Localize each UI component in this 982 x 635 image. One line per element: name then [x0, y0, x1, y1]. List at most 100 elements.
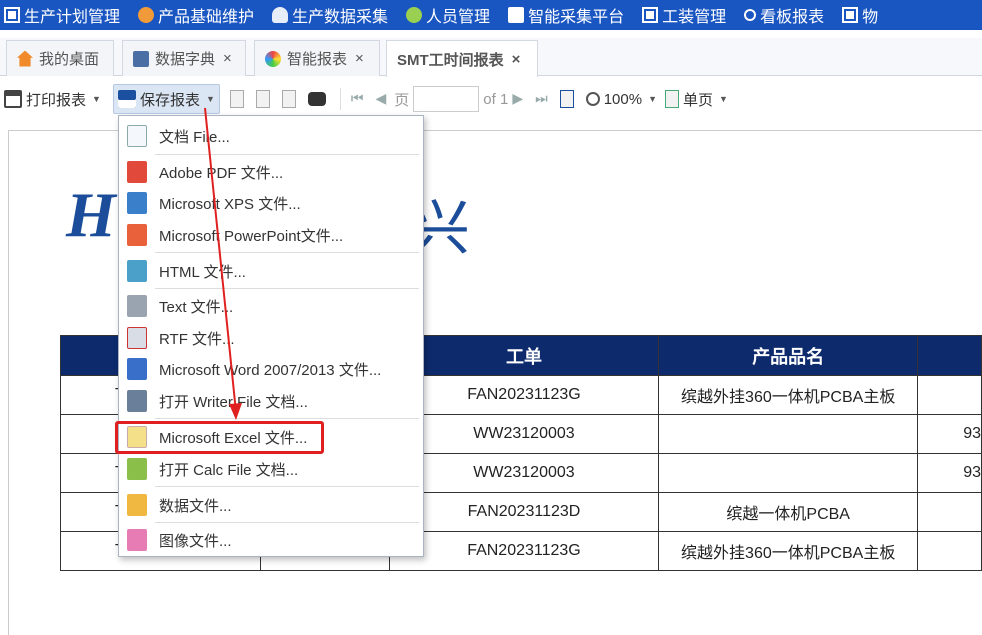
- nav-item-production-plan[interactable]: 生产计划管理: [4, 3, 120, 27]
- fit-page-button[interactable]: [556, 84, 582, 114]
- xps-file-icon: [127, 192, 147, 214]
- first-page-button[interactable]: ⏮: [347, 84, 372, 114]
- page-prefix: 页: [394, 91, 410, 109]
- view-mode-value: 单页: [683, 91, 714, 109]
- cloud-icon: [272, 7, 289, 23]
- nav-item-label: 工装管理: [662, 9, 727, 26]
- menu-item-label: HTML 文件...: [159, 263, 246, 281]
- copy-button[interactable]: [278, 84, 304, 114]
- chevron-down-icon: ▼: [719, 94, 728, 104]
- page-number-input[interactable]: [413, 86, 480, 112]
- menu-item-writer[interactable]: 打开 Writer File 文档...: [119, 386, 423, 416]
- printer-icon: [4, 90, 22, 108]
- menu-item-data-file[interactable]: 数据文件...: [119, 490, 423, 520]
- menu-item-pdf[interactable]: Adobe PDF 文件...: [119, 157, 423, 187]
- menu-item-xps[interactable]: Microsoft XPS 文件...: [119, 188, 423, 218]
- word-file-icon: [127, 358, 147, 380]
- column-header: 产品品名: [658, 335, 919, 376]
- close-icon[interactable]: ×: [223, 50, 232, 67]
- menu-item-label: 数据文件...: [159, 497, 232, 515]
- tab-smart-report[interactable]: 智能报表 ×: [254, 40, 380, 76]
- monitor-icon: [642, 7, 659, 23]
- ppt-file-icon: [127, 224, 147, 246]
- text-file-icon: [127, 295, 147, 317]
- tab-smt-hours-report[interactable]: SMT工时间报表 ×: [386, 40, 538, 77]
- menu-item-image-file[interactable]: 图像文件...: [119, 525, 423, 555]
- table-cell: FAN20231123G: [388, 531, 660, 571]
- zoom-value: 100%: [603, 90, 643, 108]
- table-cell: 缤越外挂360一体机PCBA主板: [658, 531, 919, 571]
- table-cell: WW23120003: [388, 453, 660, 493]
- nav-item-smart-platform[interactable]: 智能采集平台: [508, 3, 624, 27]
- table-cell: WW23120003: [388, 414, 660, 454]
- close-icon[interactable]: ×: [512, 51, 521, 68]
- menu-item-html[interactable]: HTML 文件...: [119, 256, 423, 286]
- html-file-icon: [127, 260, 147, 282]
- menu-item-text[interactable]: Text 文件...: [119, 291, 423, 321]
- tab-data-dictionary[interactable]: 数据字典 ×: [122, 40, 246, 76]
- tab-label: 数据字典: [155, 51, 216, 68]
- table-cell: [917, 492, 982, 532]
- menu-item-rtf[interactable]: RTF 文件...: [119, 323, 423, 353]
- table-cell: FAN20231123G: [388, 375, 660, 415]
- table-cell: [917, 531, 982, 571]
- nav-item-data-collection[interactable]: 生产数据采集: [272, 3, 388, 27]
- nav-item-label: 看板报表: [760, 9, 825, 26]
- fit-page-icon: [559, 90, 574, 108]
- palette-icon: [265, 50, 281, 67]
- search-icon: [744, 9, 757, 21]
- prev-page-button[interactable]: ◀: [371, 84, 394, 114]
- dbf-file-icon: [127, 494, 147, 516]
- menu-item-label: 打开 Calc File 文档...: [159, 461, 299, 479]
- prev-page-icon: ◀: [375, 90, 387, 106]
- menu-item-label: 文档 File...: [159, 128, 230, 146]
- home-icon: [17, 50, 33, 67]
- close-icon[interactable]: ×: [355, 50, 364, 67]
- last-page-icon: ⏭: [535, 90, 548, 106]
- save-format-menu: 文档 File... Adobe PDF 文件... Microsoft XPS…: [118, 115, 424, 557]
- nav-item-more[interactable]: 物: [842, 3, 878, 27]
- nav-item-label: 人员管理: [426, 9, 491, 26]
- table-cell: 缤越一体机PCBA: [658, 492, 919, 532]
- next-page-button[interactable]: ▶: [508, 84, 531, 114]
- nav-item-product-basics[interactable]: 产品基础维护: [138, 3, 254, 27]
- help-button[interactable]: [252, 84, 278, 114]
- tab-my-desktop[interactable]: 我的桌面: [6, 40, 114, 76]
- tab-label: 智能报表: [287, 51, 348, 68]
- platform-icon: [508, 7, 525, 23]
- menu-divider: [155, 486, 419, 487]
- nav-item-label: 产品基础维护: [158, 9, 255, 26]
- save-label: 保存报表: [139, 91, 200, 109]
- find-button[interactable]: [304, 84, 334, 114]
- rtf-file-icon: [127, 327, 147, 349]
- menu-item-label: Microsoft XPS 文件...: [159, 195, 301, 213]
- save-report-button[interactable]: 保存报表 ▼: [112, 84, 220, 114]
- menu-item-label: Adobe PDF 文件...: [159, 164, 284, 182]
- table-cell: [658, 414, 919, 454]
- table-cell: [917, 375, 982, 415]
- menu-divider: [155, 418, 419, 419]
- nav-item-dashboard-reports[interactable]: 看板报表: [744, 3, 824, 27]
- menu-item-powerpoint[interactable]: Microsoft PowerPoint文件...: [119, 220, 423, 250]
- nav-item-tooling[interactable]: 工装管理: [642, 3, 726, 27]
- menu-item-label: RTF 文件...: [159, 330, 235, 348]
- monitor-icon: [4, 7, 20, 23]
- nav-item-personnel[interactable]: 人员管理: [406, 3, 490, 27]
- zoom-dropdown[interactable]: 100% ▼: [582, 84, 661, 114]
- print-report-button[interactable]: 打印报表 ▼: [0, 84, 105, 114]
- menu-item-word[interactable]: Microsoft Word 2007/2013 文件...: [119, 354, 423, 384]
- last-page-button[interactable]: ⏭: [531, 84, 556, 114]
- top-navigation: 生产计划管理 产品基础维护 生产数据采集 人员管理 智能采集平台 工装管理 看板…: [0, 0, 982, 30]
- menu-item-label: Microsoft PowerPoint文件...: [159, 227, 344, 245]
- chevron-down-icon: ▼: [205, 94, 215, 104]
- separator: [339, 88, 341, 110]
- print-label: 打印报表: [26, 91, 87, 109]
- menu-item-document-file[interactable]: 文档 File...: [119, 121, 423, 151]
- document-button[interactable]: [226, 84, 252, 114]
- menu-item-label: Text 文件...: [159, 298, 234, 316]
- copy-icon: [281, 90, 296, 108]
- chevron-down-icon: ▼: [648, 94, 657, 104]
- menu-item-calc[interactable]: 打开 Calc File 文档...: [119, 454, 423, 484]
- view-mode-dropdown[interactable]: 单页 ▼: [661, 84, 732, 114]
- menu-divider: [155, 154, 419, 155]
